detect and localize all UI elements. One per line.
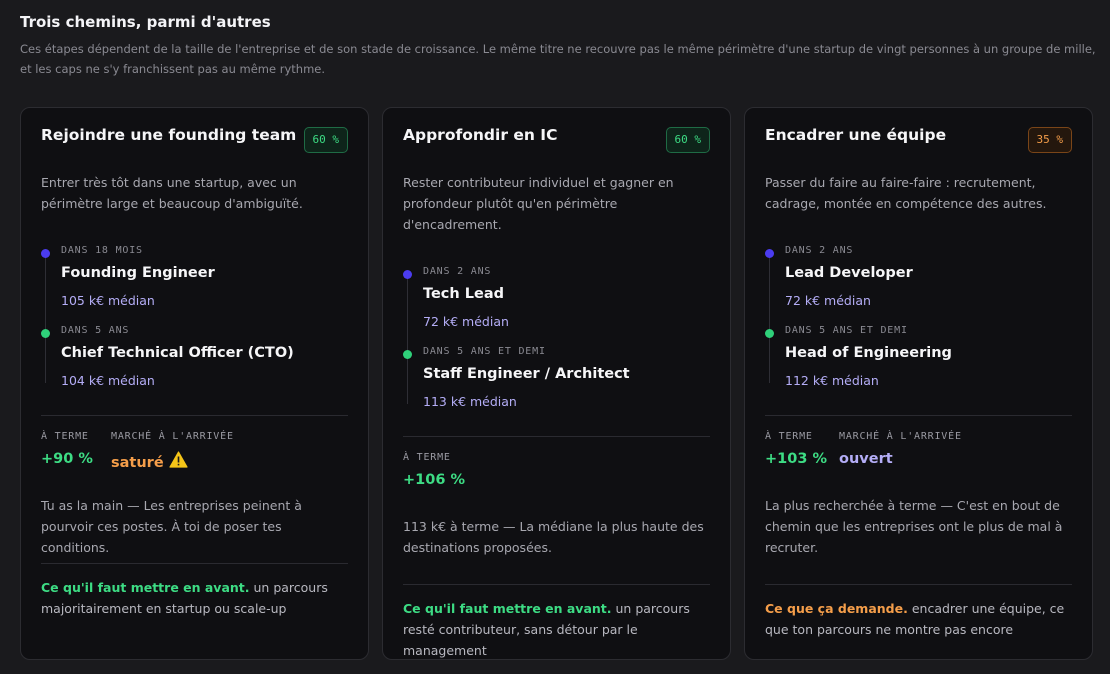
card-description: Entrer très tôt dans une startup, avec u… — [41, 175, 303, 211]
step-salary: 72 k€ médian — [423, 314, 509, 329]
section-header: Trois chemins, parmi d'autres Ces étapes… — [20, 12, 1096, 79]
path-card-management[interactable]: Encadrer une équipe 35 % Passer du faire… — [744, 107, 1093, 660]
card-note: Tu as la main — Les entreprises peinent … — [41, 498, 302, 555]
step-timeframe: DANS 5 ANS — [61, 325, 130, 336]
step-timeframe: DANS 5 ANS ET DEMI — [423, 346, 546, 357]
step-salary: 105 k€ médian — [61, 293, 155, 308]
market-value: ouvert — [839, 451, 893, 467]
card-title: Rejoindre une founding team — [41, 126, 297, 144]
step-role: Staff Engineer / Architect — [423, 366, 630, 382]
timeline-dot — [765, 329, 774, 338]
divider — [403, 584, 710, 585]
market-label: MARCHÉ À L'ARRIVÉE — [839, 431, 962, 442]
market-value-text: saturé — [111, 455, 164, 471]
timeline-dot — [403, 270, 412, 279]
divider — [41, 415, 348, 416]
term-label: À TERME — [41, 431, 89, 442]
highlight: Ce qu'il faut mettre en avant. un parcou… — [403, 598, 710, 661]
timeline-step: DANS 2 ANS Lead Developer 72 k€ médian — [765, 243, 1072, 323]
career-timeline: DANS 2 ANS Tech Lead 72 k€ médian DANS 5… — [403, 264, 710, 424]
market-value: saturé — [111, 451, 188, 472]
card-note: 113 k€ à terme — La médiane la plus haut… — [403, 519, 704, 555]
divider — [765, 415, 1072, 416]
divider — [765, 584, 1072, 585]
career-timeline: DANS 18 MOIS Founding Engineer 105 k€ mé… — [41, 243, 348, 403]
step-salary: 112 k€ médian — [785, 373, 879, 388]
step-role: Lead Developer — [785, 265, 913, 281]
step-timeframe: DANS 2 ANS — [423, 266, 492, 277]
match-badge: 35 % — [1027, 127, 1072, 153]
term-value: +90 % — [41, 451, 93, 467]
section-subtitle: Ces étapes dépendent de la taille de l'e… — [20, 42, 1096, 76]
career-timeline: DANS 2 ANS Lead Developer 72 k€ médian D… — [765, 243, 1072, 403]
card-title: Approfondir en IC — [403, 126, 558, 144]
step-role: Chief Technical Officer (CTO) — [61, 345, 294, 361]
highlight-label: Ce qu'il faut mettre en avant. — [403, 601, 612, 616]
card-description: Passer du faire au faire-faire : recrute… — [765, 175, 1047, 211]
timeline-step: DANS 5 ANS Chief Technical Officer (CTO)… — [41, 323, 348, 403]
step-timeframe: DANS 2 ANS — [785, 245, 854, 256]
timeline-step: DANS 2 ANS Tech Lead 72 k€ médian — [403, 264, 710, 344]
match-badge: 60 % — [303, 127, 348, 153]
step-salary: 104 k€ médian — [61, 373, 155, 388]
divider — [403, 436, 710, 437]
card-title: Encadrer une équipe — [765, 126, 947, 144]
highlight-label: Ce que ça demande. — [765, 601, 908, 616]
timeline-dot — [403, 350, 412, 359]
highlight: Ce que ça demande. encadrer une équipe, … — [765, 598, 1072, 640]
match-badge: 60 % — [665, 127, 710, 153]
card-note: La plus recherchée à terme — C'est en bo… — [765, 498, 1063, 555]
timeline-dot — [41, 249, 50, 258]
timeline-dot — [765, 249, 774, 258]
step-salary: 113 k€ médian — [423, 394, 517, 409]
term-value: +103 % — [765, 451, 827, 467]
step-timeframe: DANS 18 MOIS — [61, 245, 143, 256]
section-title: Trois chemins, parmi d'autres — [20, 13, 271, 31]
step-salary: 72 k€ médian — [785, 293, 871, 308]
card-description: Rester contributeur individuel et gagner… — [403, 175, 674, 232]
step-role: Tech Lead — [423, 286, 505, 302]
path-card-ic[interactable]: Approfondir en IC 60 % Rester contribute… — [382, 107, 731, 660]
timeline-step: DANS 18 MOIS Founding Engineer 105 k€ mé… — [41, 243, 348, 323]
market-label: MARCHÉ À L'ARRIVÉE — [111, 431, 234, 442]
divider — [41, 563, 348, 564]
term-label: À TERME — [403, 452, 451, 463]
step-timeframe: DANS 5 ANS ET DEMI — [785, 325, 908, 336]
term-value: +106 % — [403, 472, 465, 488]
timeline-step: DANS 5 ANS ET DEMI Staff Engineer / Arch… — [403, 344, 710, 424]
warning-icon — [169, 451, 188, 472]
timeline-step: DANS 5 ANS ET DEMI Head of Engineering 1… — [765, 323, 1072, 403]
step-role: Head of Engineering — [785, 345, 952, 361]
step-role: Founding Engineer — [61, 265, 215, 281]
highlight-label: Ce qu'il faut mettre en avant. — [41, 580, 250, 595]
highlight: Ce qu'il faut mettre en avant. un parcou… — [41, 577, 348, 619]
term-label: À TERME — [765, 431, 813, 442]
path-card-founding-team[interactable]: Rejoindre une founding team 60 % Entrer … — [20, 107, 369, 660]
timeline-dot — [41, 329, 50, 338]
